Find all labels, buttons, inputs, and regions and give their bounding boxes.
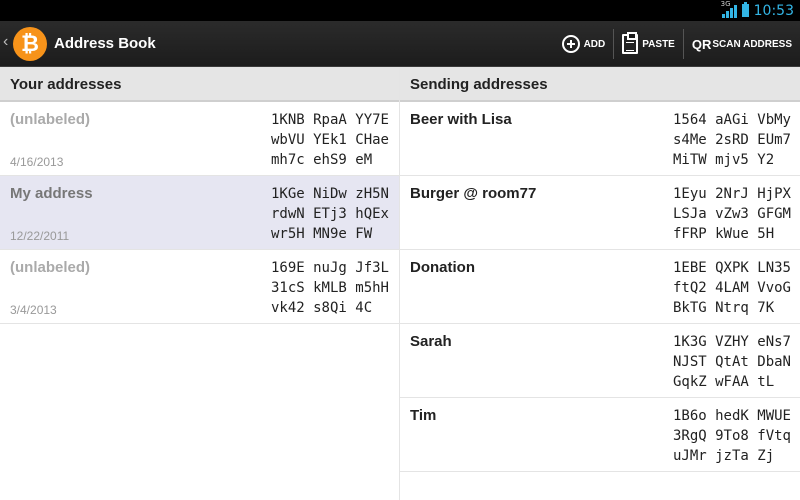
network-type: 3G [720,0,731,8]
status-clock: 10:53 [753,2,794,19]
address-label: Donation [410,259,475,276]
address-date: 4/16/2013 [10,155,64,169]
bitcoin-address: 1564 aAGi VbMy s4Me 2sRD EUm7 MiTW mjv5 … [672,112,791,168]
paste-button-label: PASTE [642,38,675,50]
bitcoin-address: 1KGe NiDw zH5N rdwN ETj3 hQEx wr5H MN9e … [270,186,389,242]
address-book-screen: 3G 10:53 ‹ ₿ Address Book ADD PASTE QR S… [0,0,800,500]
sending-addresses-header: Sending addresses [400,67,800,102]
sending-addresses-pane: Sending addresses Beer with Lisa 1564 aA… [400,67,800,500]
address-label: (unlabeled) [10,111,91,128]
qr-scan-icon: QR [691,36,712,52]
app-title: Address Book [54,35,156,52]
status-bar: 3G 10:53 [0,0,800,21]
list-item[interactable]: Beer with Lisa 1564 aAGi VbMy s4Me 2sRD … [400,102,800,176]
clipboard-icon [622,32,639,54]
address-label: Beer with Lisa [410,111,512,128]
bitcoin-logo-icon[interactable]: ₿ [13,27,47,61]
add-button-label: ADD [583,38,606,50]
list-item[interactable]: My address 12/22/2011 1KGe NiDw zH5N rdw… [0,176,399,250]
address-label: Burger @ room77 [410,185,537,202]
list-item[interactable]: Burger @ room77 1Eyu 2NrJ HjPX LSJa vZw3… [400,176,800,250]
action-bar-actions: ADD PASTE QR SCAN ADDRESS [554,21,800,67]
your-addresses-pane: Your addresses (unlabeled) 4/16/2013 1KN… [0,67,400,500]
bitcoin-address: 1Eyu 2NrJ HjPX LSJa vZw3 GFGM fFRP kWue … [672,186,791,242]
list-item[interactable]: Sarah 1K3G VZHY eNs7 NJST QtAt DbaN GqkZ… [400,324,800,398]
battery-icon [741,2,749,17]
address-date: 3/4/2013 [10,303,57,317]
paste-button[interactable]: PASTE [614,21,683,67]
address-label: Tim [410,407,437,424]
scan-address-button[interactable]: QR SCAN ADDRESS [684,21,800,67]
list-item[interactable]: Donation 1EBE QXPK LN35 ftQ2 4LAM VvoG B… [400,250,800,324]
address-date: 12/22/2011 [10,229,70,243]
scan-address-label: SCAN ADDRESS [712,38,792,50]
bitcoin-address: 1KNB RpaA YY7E wbVU YEk1 CHae mh7c ehS9 … [270,112,389,168]
list-item[interactable]: (unlabeled) 4/16/2013 1KNB RpaA YY7E wbV… [0,102,399,176]
address-label: (unlabeled) [10,259,91,276]
address-label: My address [10,185,93,202]
bitcoin-address: 1K3G VZHY eNs7 NJST QtAt DbaN GqkZ wFAA … [672,334,791,390]
bitcoin-address: 169E nuJg Jf3L 31cS kMLB m5hH vk42 s8Qi … [270,260,389,316]
list-item[interactable]: (unlabeled) 3/4/2013 169E nuJg Jf3L 31cS… [0,250,399,324]
address-label: Sarah [410,333,452,350]
action-bar: ‹ ₿ Address Book ADD PASTE QR SCAN ADDRE… [0,21,800,67]
bitcoin-address: 1B6o hedK MWUE 3RgQ 9To8 fVtq uJMr jzTa … [672,408,791,464]
add-circle-icon [561,35,580,53]
your-addresses-header: Your addresses [0,67,399,102]
list-item[interactable]: Tim 1B6o hedK MWUE 3RgQ 9To8 fVtq uJMr j… [400,398,800,472]
add-button[interactable]: ADD [554,21,614,67]
bitcoin-address: 1EBE QXPK LN35 ftQ2 4LAM VvoG BkTG Ntrq … [672,260,791,316]
up-navigation-icon[interactable]: ‹ [3,33,8,51]
signal-icon: 3G [721,0,737,18]
